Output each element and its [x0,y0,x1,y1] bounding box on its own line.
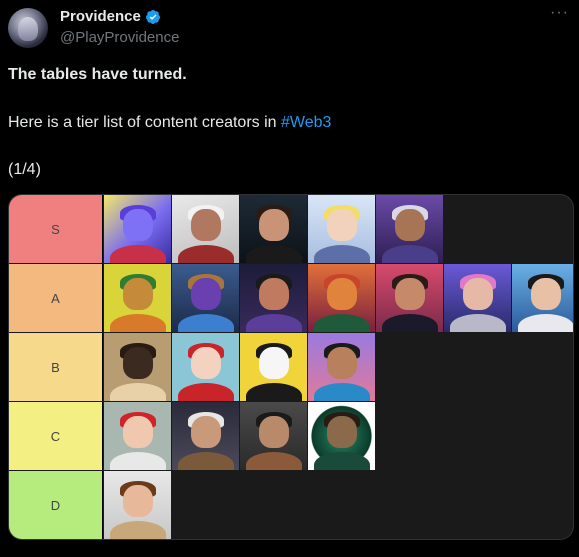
tier-label-b: B [9,333,103,401]
verified-badge-icon [145,9,160,24]
creator-avatar[interactable] [376,195,443,263]
tier-c-tiles [103,402,375,470]
tier-list-image[interactable]: S A B C D [8,194,574,540]
tier-b-tiles [103,333,375,401]
creator-avatar[interactable] [444,264,511,332]
tweet-line-3: (1/4) [8,161,41,178]
creator-avatar[interactable] [376,264,443,332]
tier-row-s: S [9,195,573,263]
tweet-line-2-text: Here is a tier list of content creators … [8,114,281,131]
author-handle[interactable]: @PlayProvidence [60,29,179,46]
tier-row-a: A [9,264,573,332]
creator-avatar[interactable] [240,195,307,263]
creator-avatar[interactable] [512,264,573,332]
tier-label-d: D [9,471,103,539]
author-display-name[interactable]: Providence [60,8,141,25]
tweet: Providence @PlayProvidence ··· The table… [0,0,579,557]
tier-label-a: A [9,264,103,332]
tier-s-tiles [103,195,443,263]
more-icon[interactable]: ··· [550,4,569,22]
tier-row-b: B [9,333,573,401]
creator-avatar[interactable] [308,264,375,332]
creator-avatar[interactable] [104,402,171,470]
creator-avatar[interactable] [308,195,375,263]
hashtag-link[interactable]: #Web3 [281,114,331,131]
tier-d-tiles [103,471,171,539]
tier-a-tiles [103,264,573,332]
creator-avatar[interactable] [104,264,171,332]
creator-avatar[interactable] [240,333,307,401]
creator-avatar[interactable] [308,333,375,401]
avatar[interactable] [8,8,48,48]
tier-row-c: C [9,402,573,470]
tweet-line-2: Here is a tier list of content creators … [8,113,331,133]
creator-avatar[interactable] [104,471,171,539]
creator-avatar[interactable] [172,264,239,332]
creator-avatar[interactable] [172,195,239,263]
tweet-line-1: The tables have turned. [8,66,187,83]
creator-avatar[interactable] [308,402,375,470]
tier-row-d: D [9,471,573,539]
creator-avatar[interactable] [104,195,171,263]
creator-avatar[interactable] [172,402,239,470]
tier-label-c: C [9,402,103,470]
tier-label-s: S [9,195,103,263]
author-name-row: Providence [60,8,161,25]
creator-avatar[interactable] [240,402,307,470]
creator-avatar[interactable] [104,333,171,401]
creator-avatar[interactable] [172,333,239,401]
creator-avatar[interactable] [240,264,307,332]
